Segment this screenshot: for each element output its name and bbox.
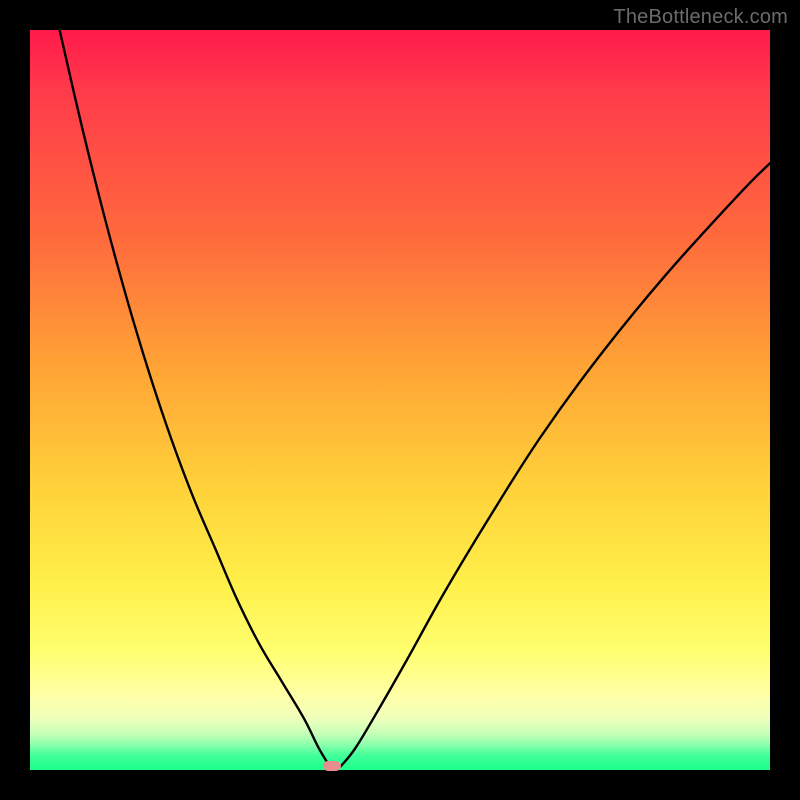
curve-right-branch <box>341 163 770 766</box>
curve-left-branch <box>60 30 330 766</box>
plot-area <box>30 30 770 770</box>
bottleneck-curve <box>30 30 770 770</box>
optimal-point-marker <box>323 761 341 771</box>
watermark-text: TheBottleneck.com <box>613 6 788 29</box>
